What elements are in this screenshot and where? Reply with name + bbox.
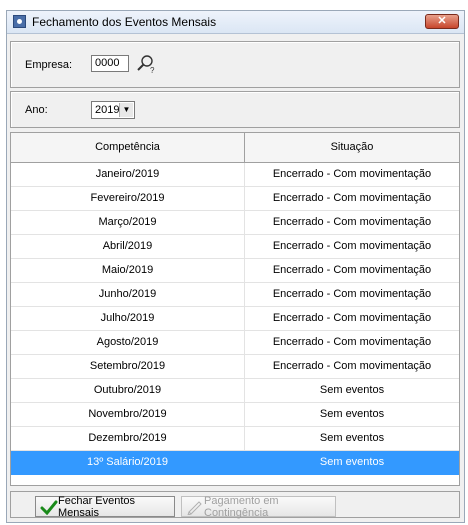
table-row[interactable]: Junho/2019 Encerrado - Com movimentação — [11, 283, 459, 307]
chevron-down-icon[interactable]: ▼ — [119, 103, 133, 117]
window-title: Fechamento dos Eventos Mensais — [32, 15, 217, 29]
situacao-cell: Sem eventos — [319, 432, 385, 444]
situacao-cell: Sem eventos — [319, 384, 385, 396]
table-row[interactable]: Fevereiro/2019 Encerrado - Com movimentaç… — [11, 187, 459, 211]
competencia-cell: Abril/2019 — [11, 235, 245, 258]
competencia-cell: Janeiro/2019 — [11, 163, 245, 186]
competencia-cell: Julho/2019 — [11, 307, 245, 330]
ano-label: Ano: — [25, 104, 48, 116]
ano-value: 2019 — [95, 104, 120, 116]
table-row[interactable]: Outubro/2019 Sem eventos — [11, 379, 459, 403]
table-row[interactable]: Julho/2019 Encerrado - Com movimentação — [11, 307, 459, 331]
empresa-input[interactable]: 0000 — [91, 55, 129, 72]
pagamento-contingencia-label: Pagamento em Contingência — [204, 494, 279, 519]
app-icon — [13, 15, 26, 28]
grid-header: Competência Situação — [11, 133, 459, 163]
table-row[interactable]: 13º Salário/2019 Sem eventos — [11, 451, 459, 475]
grid-rows: Janeiro/2019 Encerrado - Com movimentação… — [11, 163, 459, 475]
empresa-group: Empresa: 0000 ? — [10, 41, 460, 88]
dialog-window: Fechamento dos Eventos Mensais ✕ Empresa… — [6, 10, 465, 523]
ano-select[interactable]: 2019 ▼ — [91, 101, 135, 119]
check-icon — [40, 500, 58, 515]
fechar-eventos-button[interactable]: Fechar Eventos Mensais — [35, 494, 175, 519]
table-row[interactable]: Abril/2019 Encerrado - Com movimentação — [11, 235, 459, 259]
ano-group: Ano: 2019 ▼ — [10, 91, 460, 128]
pencil-icon — [187, 501, 202, 515]
table-row[interactable]: Dezembro/2019 Sem eventos — [11, 427, 459, 451]
svg-text:?: ? — [150, 66, 155, 75]
button-bar: Fechar Eventos Mensais Pagamento em Cont… — [10, 491, 460, 519]
situacao-cell: Encerrado - Com movimentação — [272, 336, 432, 348]
competencia-cell: 13º Salário/2019 — [11, 451, 245, 474]
empresa-label: Empresa: — [25, 59, 73, 71]
situacao-cell: Encerrado - Com movimentação — [272, 264, 432, 276]
fechar-eventos-label: Fechar Eventos Mensais — [58, 494, 136, 519]
table-row[interactable]: Agosto/2019 Encerrado - Com movimentação — [11, 331, 459, 355]
events-grid: Competência Situação Janeiro/2019 Encerra… — [10, 132, 460, 486]
situacao-cell: Encerrado - Com movimentação — [272, 312, 432, 324]
competencia-cell: Agosto/2019 — [11, 331, 245, 354]
table-row[interactable]: Maio/2019 Encerrado - Com movimentação — [11, 259, 459, 283]
pagamento-contingencia-button[interactable]: Pagamento em Contingência — [181, 494, 336, 519]
competencia-cell: Setembro/2019 — [11, 355, 245, 378]
situacao-cell: Sem eventos — [319, 456, 385, 468]
table-row[interactable]: Setembro/2019 Encerrado - Com movimentaçã… — [11, 355, 459, 379]
table-row[interactable]: Novembro/2019 Sem eventos — [11, 403, 459, 427]
table-row[interactable]: Janeiro/2019 Encerrado - Com movimentação — [11, 163, 459, 187]
column-header-competencia[interactable]: Competência — [11, 133, 245, 162]
situacao-cell: Encerrado - Com movimentação — [272, 168, 432, 180]
situacao-cell: Encerrado - Com movimentação — [272, 288, 432, 300]
competencia-cell: Outubro/2019 — [11, 379, 245, 402]
competencia-cell: Dezembro/2019 — [11, 427, 245, 450]
competencia-cell: Maio/2019 — [11, 259, 245, 282]
situacao-cell: Encerrado - Com movimentação — [272, 240, 432, 252]
table-row[interactable]: Março/2019 Encerrado - Com movimentação — [11, 211, 459, 235]
competencia-cell: Março/2019 — [11, 211, 245, 234]
title-bar[interactable]: Fechamento dos Eventos Mensais ✕ — [7, 11, 464, 34]
competencia-cell: Junho/2019 — [11, 283, 245, 306]
close-button[interactable]: ✕ — [425, 14, 459, 29]
situacao-cell: Encerrado - Com movimentação — [272, 360, 432, 372]
situacao-cell: Encerrado - Com movimentação — [272, 216, 432, 228]
search-icon[interactable]: ? — [135, 53, 157, 75]
column-header-situacao[interactable]: Situação — [245, 133, 459, 162]
situacao-cell: Sem eventos — [319, 408, 385, 420]
situacao-cell: Encerrado - Com movimentação — [272, 192, 432, 204]
competencia-cell: Novembro/2019 — [11, 403, 245, 426]
competencia-cell: Fevereiro/2019 — [11, 187, 245, 210]
